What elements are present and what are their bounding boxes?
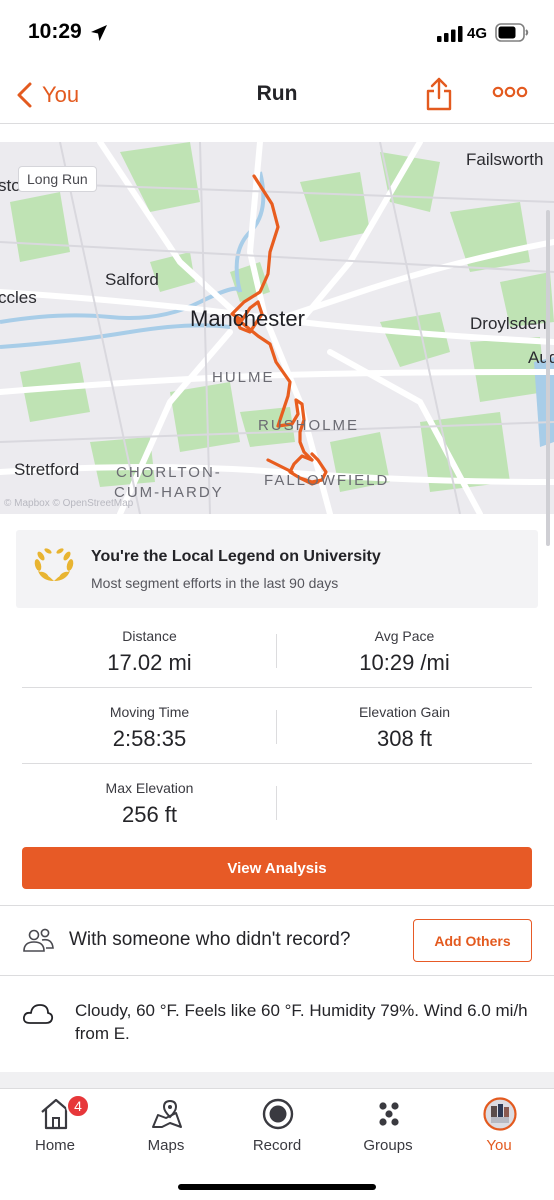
groups-icon [379,1102,399,1126]
stat-value: 308 ft [376,726,433,751]
stat-moving-time: Moving Time 2:58:35 [22,688,277,764]
more-options-icon[interactable] [492,84,528,100]
status-bar: 10:29 4G [0,0,554,64]
nav-bar: You Run [0,64,554,124]
stat-value: 2:58:35 [112,726,187,751]
stat-label: Distance [122,628,177,644]
notification-badge: 4 [66,1094,90,1118]
tab-record[interactable]: Record [222,1089,332,1159]
stats-row: Max Elevation 256 ft [22,764,532,840]
tab-bar: 4 Home Maps Record Groups You [0,1088,554,1200]
stat-label: Max Elevation [105,780,194,796]
cellular-signal-icon [437,26,463,42]
with-someone-text: With someone who didn't record? [69,929,351,950]
map-label-eccles: ccles [0,288,37,307]
tab-maps[interactable]: Maps [111,1089,221,1159]
network-type: 4G [467,25,488,42]
stat-value: 10:29 /mi [359,650,450,675]
stats-row: Distance 17.02 mi Avg Pace 10:29 /mi [22,612,532,688]
view-analysis-button[interactable]: View Analysis [22,847,532,889]
stats-row: Moving Time 2:58:35 Elevation Gain 308 f… [22,688,532,764]
laurel-wreath-icon [34,548,74,581]
battery-icon [495,23,529,42]
map-label-salford: Salford [105,270,159,289]
stat-label: Moving Time [109,704,190,720]
map-label-rusholme: RUSHOLME [258,417,360,434]
divider [276,786,277,820]
weather-row: Cloudy, 60 °F. Feels like 60 °F. Humidit… [0,976,554,1072]
back-button[interactable]: You [14,78,79,112]
record-icon [262,1098,294,1130]
chevron-left-icon [17,82,32,108]
legend-title: You're the Local Legend on University [91,548,381,565]
map-attribution[interactable]: © Mapbox © OpenStreetMap [4,498,133,509]
stat-value: 17.02 mi [107,650,192,675]
tab-label: Groups [363,1137,413,1154]
profile-avatar [483,1097,517,1131]
share-icon[interactable] [424,76,454,112]
tab-label: Record [252,1137,302,1154]
with-someone-row: With someone who didn't record? Add Othe… [0,906,554,976]
stat-avg-pace: Avg Pace 10:29 /mi [277,612,532,688]
stat-label: Avg Pace [374,628,435,644]
stat-elevation-gain: Elevation Gain 308 ft [277,688,532,764]
add-others-button[interactable]: Add Others [413,919,532,962]
tab-you[interactable]: You [444,1089,554,1159]
long-run-badge: Long Run [18,166,97,192]
status-time: 10:29 [28,20,82,43]
route-map[interactable]: Failsworth ston Salford ccles Manchester… [0,142,554,514]
map-label-stretford: Stretford [14,460,80,479]
map-label-droylsden: Droylsden [470,314,547,333]
weather-text: Cloudy, 60 °F. Feels like 60 °F. Humidit… [75,1001,528,1043]
cloud-icon [22,1004,54,1024]
stat-max-elevation: Max Elevation 256 ft [22,764,277,840]
back-label: You [42,82,80,107]
stat-distance: Distance 17.02 mi [22,612,277,688]
tab-label: Home [34,1137,75,1154]
stats-grid: Distance 17.02 mi Avg Pace 10:29 /mi Mov… [22,612,532,840]
section-spacer [0,1072,554,1088]
stat-label: Elevation Gain [358,704,451,720]
home-indicator[interactable] [178,1184,376,1190]
tab-label: Maps [147,1137,185,1154]
people-icon [23,928,54,952]
map-label-fallowfield: FALLOWFIELD [264,472,390,489]
map-label-manchester: Manchester [190,306,305,331]
page-title: Run [256,82,298,105]
tab-label: You [486,1137,512,1154]
location-arrow-icon [91,25,107,41]
scrollbar[interactable] [546,210,550,546]
map-label-hulme: HULME [212,369,275,386]
map-label-failsworth: Failsworth [466,150,544,169]
stat-value: 256 ft [121,802,178,827]
local-legend-card[interactable]: You're the Local Legend on University Mo… [16,530,538,608]
tab-home[interactable]: 4 Home [0,1089,110,1159]
maps-icon [152,1099,182,1128]
tab-groups[interactable]: Groups [333,1089,443,1159]
map-label-chorlton: CHORLTON- [116,464,222,481]
map-label-aud: Aud [528,348,554,367]
legend-subtitle: Most segment efforts in the last 90 days [91,575,339,591]
